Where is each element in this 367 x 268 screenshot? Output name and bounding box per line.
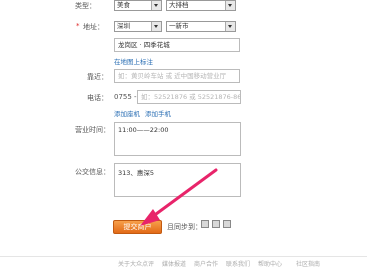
pointer-arrow-icon [140,168,218,226]
footer: 关于大众点评 媒体报道 商户合作 联系我们 帮助中心 社区指南 [0,256,367,268]
